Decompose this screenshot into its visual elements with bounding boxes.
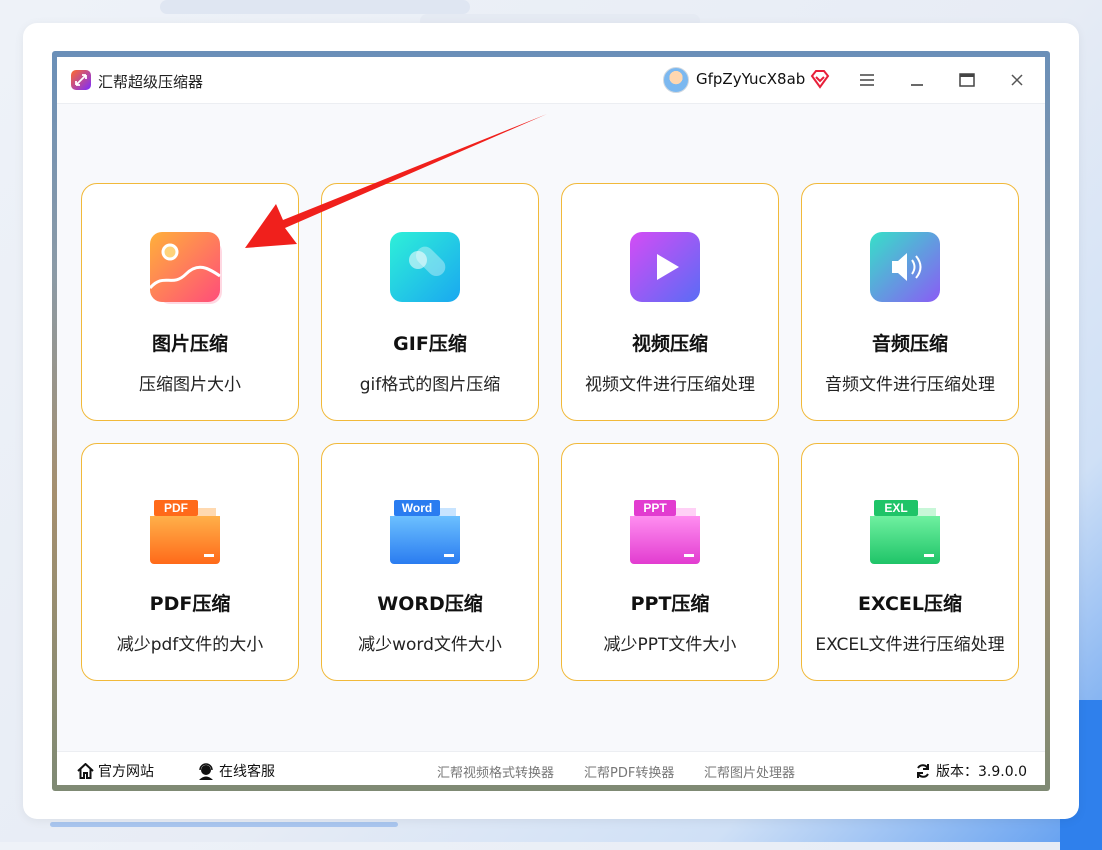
tile-image-compress[interactable]: 图片压缩 压缩图片大小 bbox=[81, 183, 299, 421]
official-website-label: 官方网站 bbox=[98, 764, 154, 780]
home-icon bbox=[77, 763, 94, 779]
tile-word-compress[interactable]: Word WORD压缩 减少word文件大小 bbox=[321, 443, 539, 681]
app-title: 汇帮超级压缩器 bbox=[98, 73, 204, 91]
footer-link-pdf-converter[interactable]: 汇帮PDF转换器 bbox=[584, 762, 674, 781]
official-website-link[interactable]: 官方网站 bbox=[77, 761, 154, 781]
word-folder-icon: Word bbox=[390, 500, 460, 564]
excel-folder-icon: EXL bbox=[870, 500, 940, 564]
maximize-icon[interactable] bbox=[955, 68, 979, 92]
tile-title: EXCEL压缩 bbox=[858, 593, 962, 615]
pdf-folder-icon: PDF bbox=[150, 500, 220, 564]
tile-ppt-compress[interactable]: PPT PPT压缩 减少PPT文件大小 bbox=[561, 443, 779, 681]
tile-pdf-compress[interactable]: PDF PDF压缩 减少pdf文件的大小 bbox=[81, 443, 299, 681]
tile-description: gif格式的图片压缩 bbox=[359, 375, 501, 395]
word-badge-text: Word bbox=[402, 501, 432, 515]
audio-speaker-icon bbox=[870, 232, 940, 302]
tile-title: 图片压缩 bbox=[151, 333, 228, 355]
online-support-link[interactable]: 在线客服 bbox=[197, 761, 275, 781]
background-shape bbox=[160, 0, 470, 14]
pdf-badge-text: PDF bbox=[164, 501, 188, 515]
tile-description: EXCEL文件进行压缩处理 bbox=[815, 635, 1005, 655]
excel-badge-text: EXL bbox=[884, 501, 907, 515]
tile-audio-compress[interactable]: 音频压缩 音频文件进行压缩处理 bbox=[801, 183, 1019, 421]
background-shape bbox=[50, 822, 398, 827]
tile-description: 减少PPT文件大小 bbox=[603, 635, 737, 655]
refresh-icon bbox=[917, 764, 929, 778]
title-bar: 汇帮超级压缩器 GfpZyYucX8ab bbox=[57, 57, 1045, 104]
tile-title: GIF压缩 bbox=[393, 333, 467, 355]
username[interactable]: GfpZyYucX8ab bbox=[696, 70, 805, 88]
support-agent-icon bbox=[199, 762, 213, 780]
tile-gif-compress[interactable]: GIF压缩 gif格式的图片压缩 bbox=[321, 183, 539, 421]
footer-link-image-processor[interactable]: 汇帮图片处理器 bbox=[704, 762, 795, 781]
tile-excel-compress[interactable]: EXL EXCEL压缩 EXCEL文件进行压缩处理 bbox=[801, 443, 1019, 681]
minimize-icon[interactable] bbox=[905, 68, 929, 92]
tile-title: 视频压缩 bbox=[631, 333, 708, 355]
image-icon bbox=[150, 232, 222, 304]
app-logo-icon bbox=[71, 70, 91, 90]
menu-icon[interactable] bbox=[855, 68, 879, 92]
vip-diamond-icon[interactable] bbox=[809, 69, 831, 89]
status-bar: 官方网站 在线客服 汇帮视频格式转换器 汇帮PDF转换器 汇帮图片处理器 版本：… bbox=[57, 751, 1045, 785]
tile-description: 减少pdf文件的大小 bbox=[116, 635, 264, 655]
ppt-badge-text: PPT bbox=[643, 501, 667, 515]
tile-description: 减少word文件大小 bbox=[358, 635, 502, 655]
avatar[interactable] bbox=[663, 67, 689, 93]
online-support-label: 在线客服 bbox=[219, 764, 275, 780]
ppt-folder-icon: PPT bbox=[630, 500, 700, 564]
video-play-icon bbox=[630, 232, 700, 302]
tile-description: 压缩图片大小 bbox=[139, 375, 241, 395]
tile-title: 音频压缩 bbox=[871, 333, 948, 355]
tile-title: PPT压缩 bbox=[630, 593, 710, 615]
tile-title: WORD压缩 bbox=[377, 593, 483, 615]
tile-video-compress[interactable]: 视频压缩 视频文件进行压缩处理 bbox=[561, 183, 779, 421]
tile-description: 音频文件进行压缩处理 bbox=[825, 375, 995, 395]
version-info[interactable]: 版本：3.9.0.0 bbox=[915, 761, 1027, 781]
footer-link-video-converter[interactable]: 汇帮视频格式转换器 bbox=[437, 762, 554, 781]
gif-icon bbox=[390, 232, 460, 302]
tile-title: PDF压缩 bbox=[149, 593, 231, 615]
close-icon[interactable] bbox=[1005, 68, 1029, 92]
app-window: 汇帮超级压缩器 GfpZyYucX8ab 图片压缩 压缩图片大小 GIF压缩 g… bbox=[57, 57, 1045, 785]
tile-description: 视频文件进行压缩处理 bbox=[585, 375, 755, 395]
version-label: 版本：3.9.0.0 bbox=[936, 764, 1027, 780]
